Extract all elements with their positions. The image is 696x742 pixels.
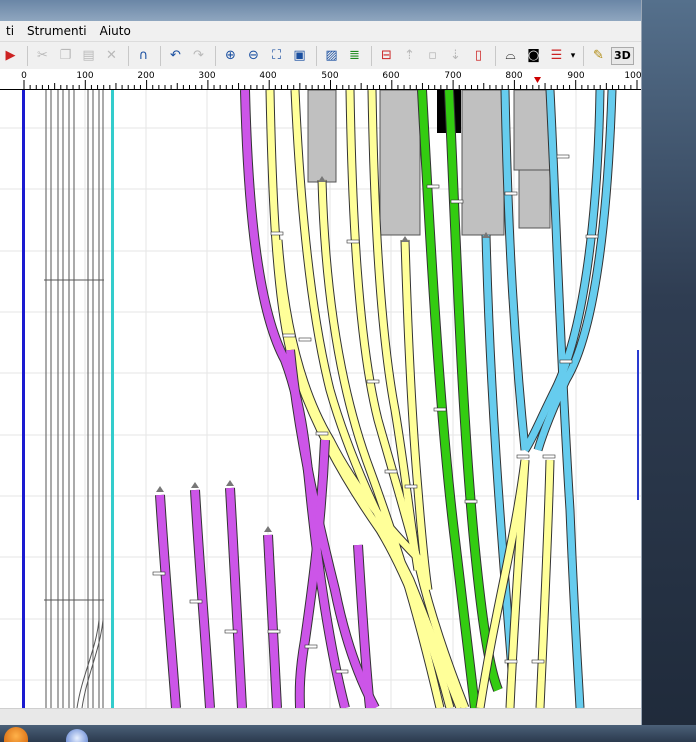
toolbar-separator xyxy=(371,45,372,66)
toolbar-separator xyxy=(27,45,28,66)
toolbar-separator xyxy=(160,45,161,66)
ruler-label: 400 xyxy=(259,71,276,81)
delete-track-icon[interactable]: ▯ xyxy=(468,45,489,66)
taskbar xyxy=(0,725,696,742)
ruler-label: 100 xyxy=(76,71,93,81)
background-window-edge xyxy=(637,350,643,500)
toolbar-separator xyxy=(495,45,496,66)
signal-icon[interactable]: ⊟ xyxy=(376,45,397,66)
magnet-icon[interactable]: ∩ xyxy=(133,45,154,66)
main-toolbar: ▶ ✂ ❐ ▤ ✕ ∩ ↶ ↷ ⊕ ⊖ ⛶ ▣ ▨ ≣ ⊟ ⇡ ▫ ⇣ ▯ ⌓ … xyxy=(0,42,641,70)
ruler-ticks: 0 100 200 300 400 500 600 700 800 900 10… xyxy=(21,71,641,89)
toolbar-separator xyxy=(215,45,216,66)
zoom-fit-icon[interactable]: ⛶ xyxy=(266,45,287,66)
ruler-label: 300 xyxy=(198,71,215,81)
outline-tracks-left xyxy=(44,90,104,708)
ruler-label: 600 xyxy=(382,71,399,81)
undo-icon[interactable]: ↶ xyxy=(165,45,186,66)
track-layout[interactable] xyxy=(0,90,641,708)
measure-icon[interactable]: ✎ xyxy=(588,45,609,66)
blue-rail-line xyxy=(22,90,25,708)
horizontal-scrollbar[interactable] xyxy=(0,708,641,726)
cyan-rail-line xyxy=(111,90,114,708)
view-3d-button[interactable]: 3D xyxy=(611,46,634,65)
chevron-down-icon[interactable]: ▾ xyxy=(569,45,577,66)
ruler-label: 800 xyxy=(505,71,522,81)
ruler-label: 100 xyxy=(624,71,641,81)
ruler-label: 700 xyxy=(444,71,461,81)
zoom-out-icon[interactable]: ⊖ xyxy=(243,45,264,66)
toolbar-separator xyxy=(316,45,317,66)
menu-bar: ti Strumenti Aiuto xyxy=(0,21,641,42)
delete-icon[interactable]: ✕ xyxy=(101,45,122,66)
ruler-label: 900 xyxy=(567,71,584,81)
title-bar xyxy=(0,0,641,21)
redo-icon[interactable]: ↷ xyxy=(188,45,209,66)
layers-icon[interactable]: ≣ xyxy=(344,45,365,66)
bridge-icon[interactable]: ⌓ xyxy=(500,45,521,66)
line-style-icon[interactable]: ☰ xyxy=(546,45,567,66)
paste-icon[interactable]: ▤ xyxy=(78,45,99,66)
menu-item-partial[interactable]: ti xyxy=(0,24,21,38)
background-image-icon[interactable]: ▨ xyxy=(321,45,342,66)
horizontal-ruler: 0 100 200 300 400 500 600 700 800 900 10… xyxy=(0,69,641,90)
editor-window: ti Strumenti Aiuto ▶ ✂ ❐ ▤ ✕ ∩ ↶ ↷ ⊕ ⊖ ⛶… xyxy=(0,0,641,726)
menu-item-aiuto[interactable]: Aiuto xyxy=(94,24,138,38)
zoom-actual-icon[interactable]: ▣ xyxy=(289,45,310,66)
track-up-icon[interactable]: ⇡ xyxy=(399,45,420,66)
cut-icon[interactable]: ✂ xyxy=(32,45,53,66)
layout-canvas[interactable] xyxy=(0,90,641,708)
track-a-icon[interactable]: ▫ xyxy=(422,45,443,66)
zoom-in-icon[interactable]: ⊕ xyxy=(220,45,241,66)
track-down-icon[interactable]: ⇣ xyxy=(445,45,466,66)
ruler-cursor-marker xyxy=(534,77,541,83)
tunnel-icon[interactable]: ◙ xyxy=(523,45,544,66)
ruler-label: 200 xyxy=(137,71,154,81)
toolbar-separator xyxy=(583,45,584,66)
menu-item-strumenti[interactable]: Strumenti xyxy=(21,24,94,38)
play-icon[interactable]: ▶ xyxy=(0,45,21,66)
toolbar-separator xyxy=(128,45,129,66)
copy-icon[interactable]: ❐ xyxy=(55,45,76,66)
ruler-label: 0 xyxy=(21,71,27,81)
ruler-label: 500 xyxy=(321,71,338,81)
